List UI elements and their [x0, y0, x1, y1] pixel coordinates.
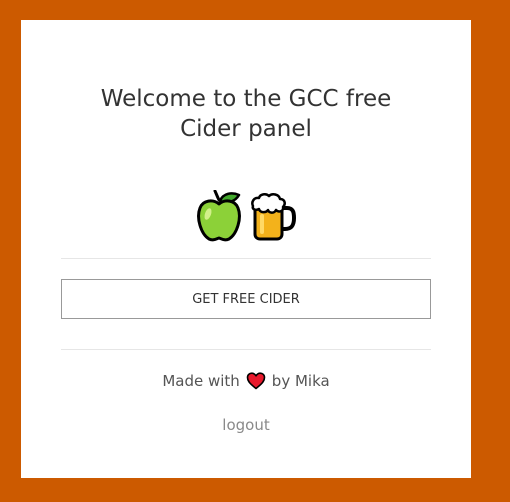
page-title-line-2: Cider panel	[180, 116, 312, 142]
heart-icon	[246, 372, 266, 390]
bottom-divider	[61, 349, 431, 350]
page-title: Welcome to the GCC free Cider panel	[21, 84, 471, 144]
logout-link[interactable]: logout	[21, 416, 471, 434]
cider-panel-card: Welcome to the GCC free Cider panel GET …	[21, 20, 471, 478]
top-divider	[61, 258, 431, 259]
emoji-row	[21, 190, 471, 242]
made-with-footer: Made with by Mika	[21, 372, 471, 390]
beer-mug-icon	[251, 193, 297, 241]
made-with-prefix: Made with	[162, 372, 240, 390]
page-title-line-1: Welcome to the GCC free	[100, 86, 392, 112]
made-with-suffix: by Mika	[271, 372, 330, 390]
green-apple-icon	[197, 190, 241, 242]
get-free-cider-button[interactable]: GET FREE CIDER	[61, 279, 431, 319]
